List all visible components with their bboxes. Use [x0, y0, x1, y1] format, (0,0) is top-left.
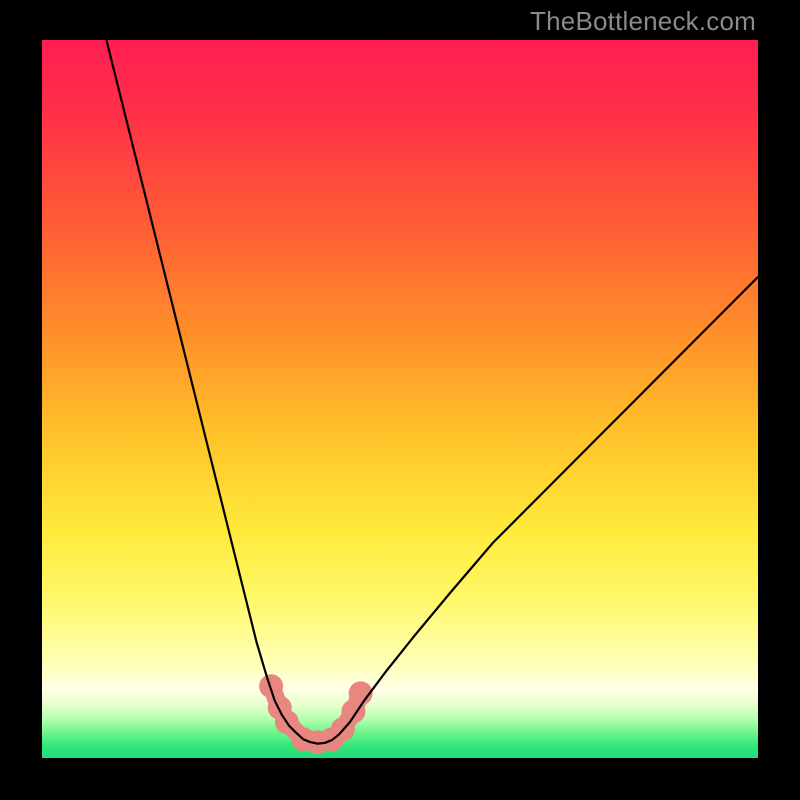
- watermark-text: TheBottleneck.com: [530, 6, 756, 37]
- frame: TheBottleneck.com: [0, 0, 800, 800]
- bottleneck-curve: [106, 40, 758, 744]
- marker-dot: [259, 674, 283, 698]
- chart-canvas: [42, 40, 758, 758]
- plot-area: [42, 40, 758, 758]
